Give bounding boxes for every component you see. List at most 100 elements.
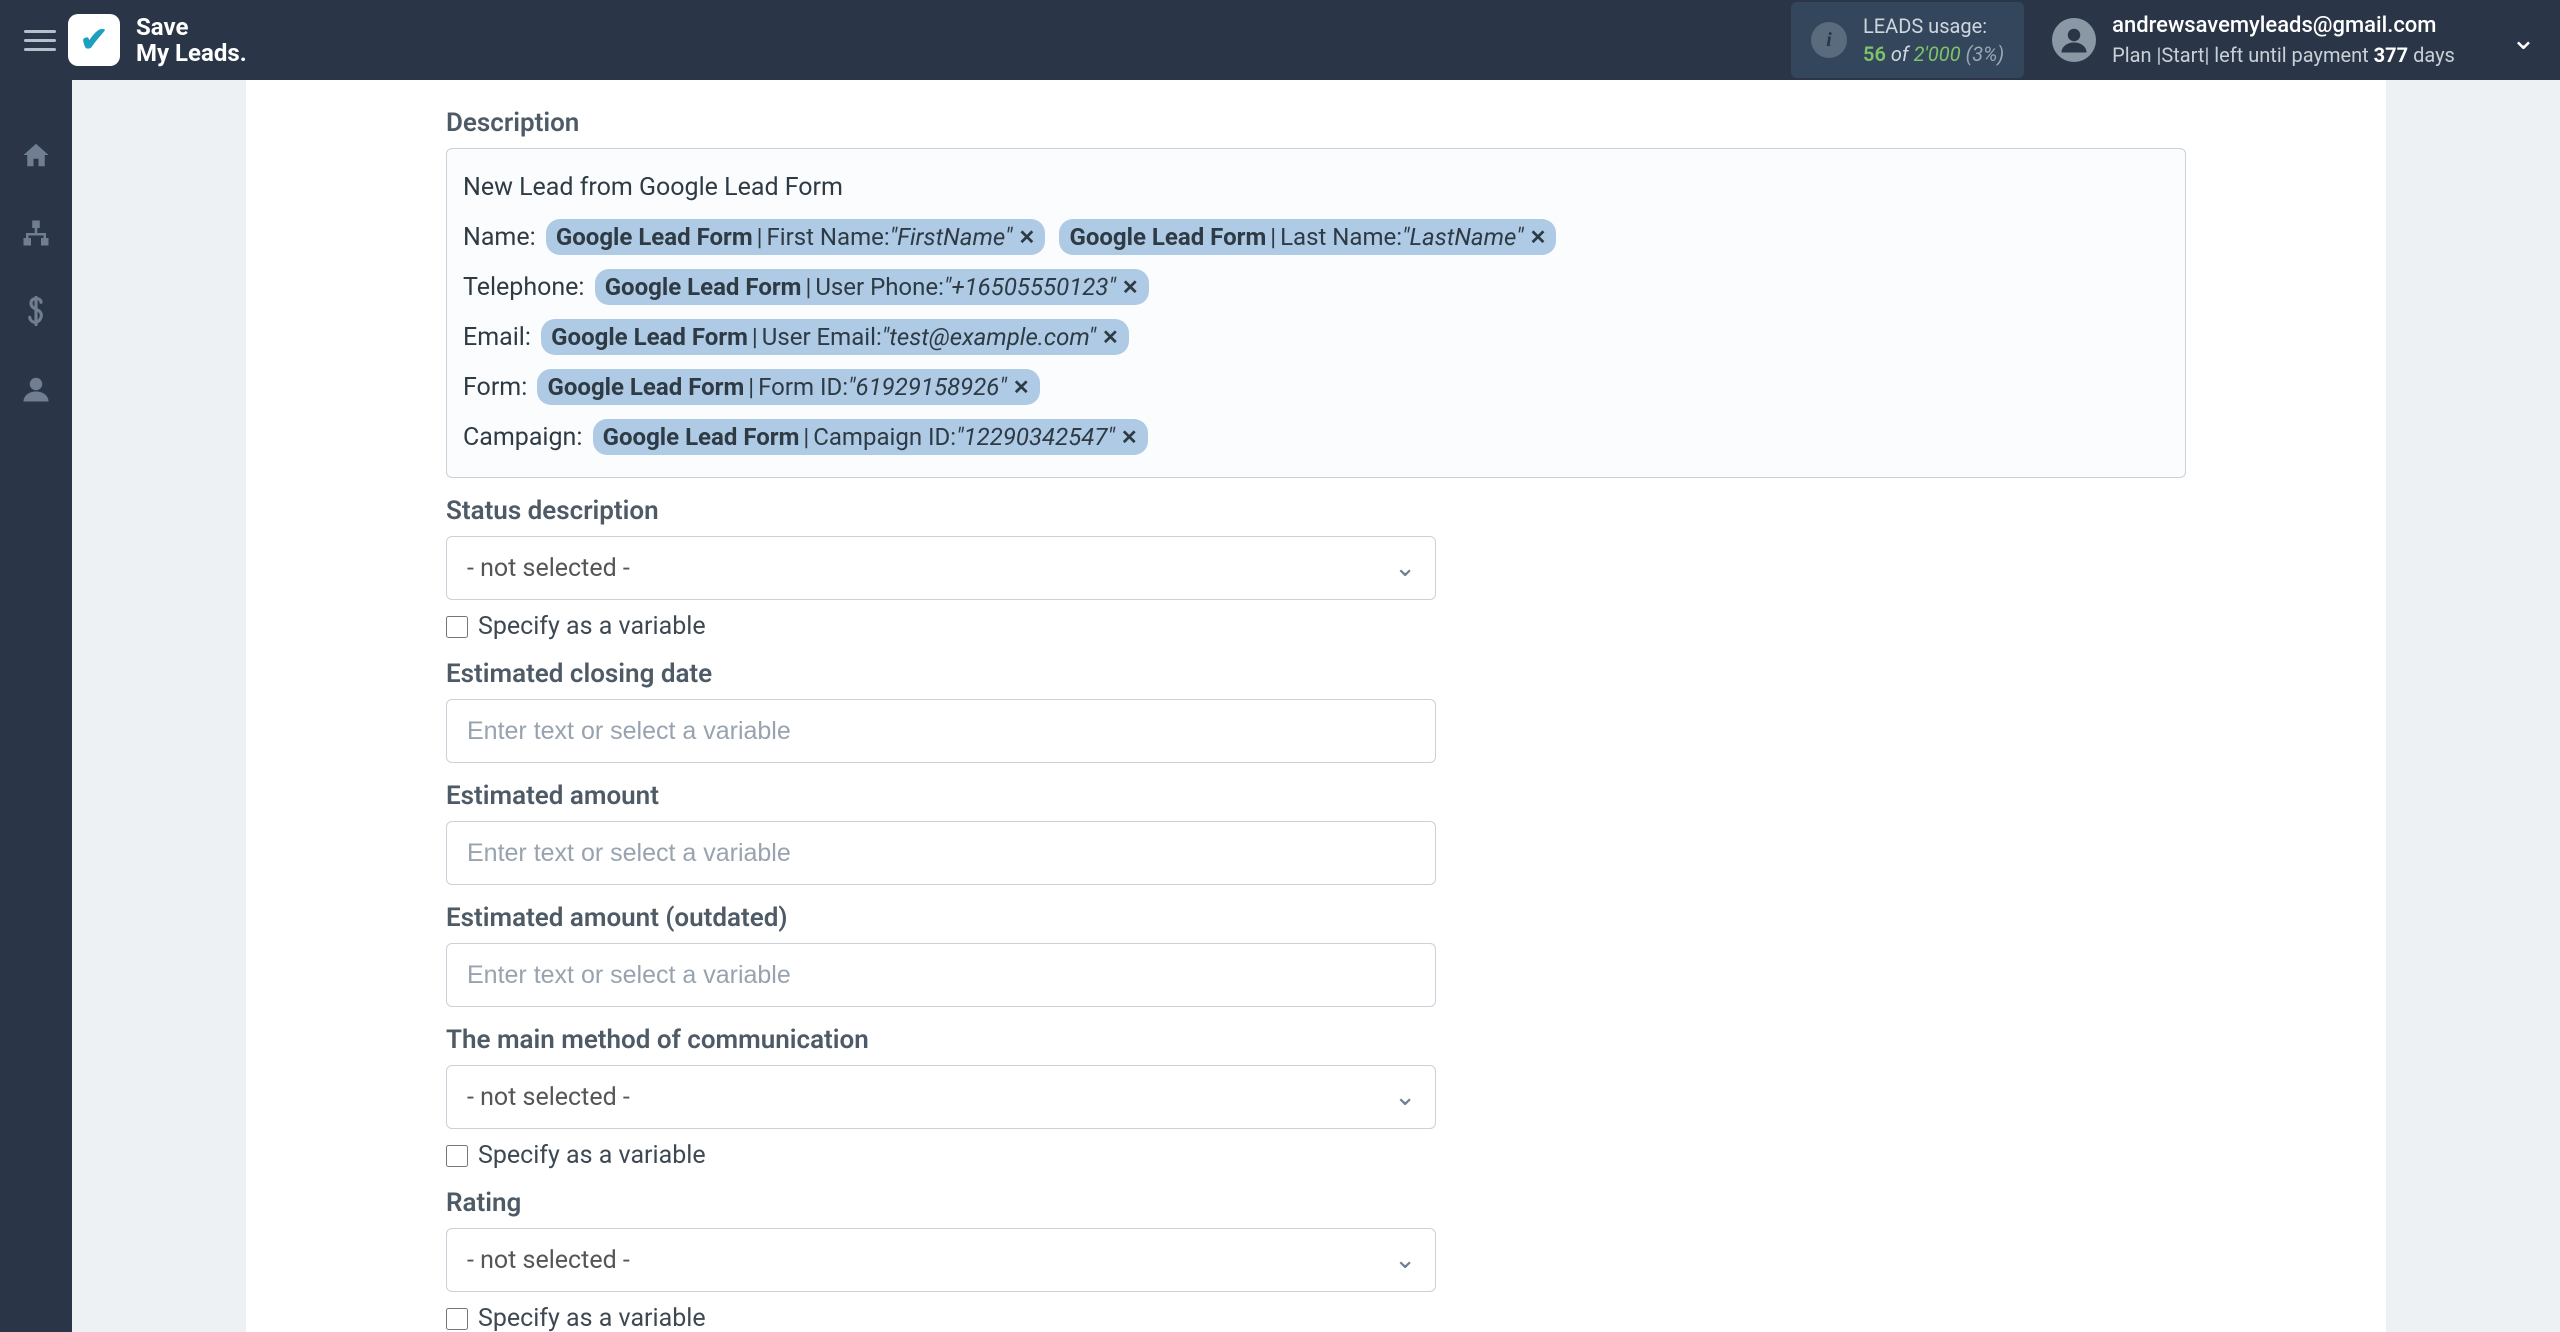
variable-tag-source: Google Lead Form bbox=[547, 363, 744, 411]
estimated-amount-outdated-block: Estimated amount (outdated) bbox=[446, 903, 2186, 1007]
variable-tag[interactable]: Google Lead Form | Campaign ID: "1229034… bbox=[593, 419, 1148, 455]
logo-line2: My Leads. bbox=[136, 40, 247, 66]
variable-tag-value: "12290342547" bbox=[956, 413, 1115, 461]
rating-specify-label: Specify as a variable bbox=[478, 1304, 706, 1332]
hamburger-icon[interactable] bbox=[24, 24, 56, 56]
variable-tag-separator: | bbox=[748, 363, 754, 411]
status-description-value: - not selected - bbox=[467, 554, 630, 583]
status-description-label: Status description bbox=[446, 496, 2186, 526]
rating-specify-checkbox[interactable] bbox=[446, 1308, 468, 1330]
logo-text: Save My Leads. bbox=[136, 14, 247, 67]
close-icon[interactable]: ✕ bbox=[1122, 267, 1139, 307]
main-communication-label: The main method of communication bbox=[446, 1025, 2186, 1055]
description-lead-line: New Lead from Google Lead Form bbox=[463, 163, 2169, 213]
info-icon: i bbox=[1811, 22, 1847, 58]
sidebar-item-billing[interactable] bbox=[27, 296, 45, 334]
description-row: Campaign: Google Lead Form | Campaign ID… bbox=[463, 413, 2169, 463]
estimated-closing-date-input[interactable] bbox=[446, 699, 1436, 763]
leads-usage-title: LEADS usage: bbox=[1863, 12, 2004, 40]
description-row-label: Telephone: bbox=[463, 273, 591, 302]
main-communication-specify-checkbox[interactable] bbox=[446, 1145, 468, 1167]
topbar: ✔ Save My Leads. i LEADS usage: 56 of 2'… bbox=[0, 0, 2560, 80]
variable-tag-value: "61929158926" bbox=[848, 363, 1007, 411]
variable-tag-separator: | bbox=[805, 263, 811, 311]
variable-tag[interactable]: Google Lead Form | First Name: "FirstNam… bbox=[546, 219, 1045, 255]
user-email: andrewsavemyleads@gmail.com bbox=[2112, 11, 2455, 42]
page-wrap: Description New Lead from Google Lead Fo… bbox=[72, 80, 2560, 1332]
description-box[interactable]: New Lead from Google Lead Form Name: Goo… bbox=[446, 148, 2186, 478]
avatar-icon bbox=[2052, 18, 2096, 62]
user-plan-days: 377 bbox=[2374, 43, 2408, 67]
estimated-amount-outdated-input[interactable] bbox=[446, 943, 1436, 1007]
user-lines: andrewsavemyleads@gmail.com Plan |Start|… bbox=[2112, 11, 2455, 70]
variable-tag-field: Campaign ID: bbox=[813, 413, 956, 461]
leads-usage-lines: LEADS usage: 56 of 2'000 (3%) bbox=[1863, 12, 2004, 68]
description-row: Form: Google Lead Form | Form ID: "61929… bbox=[463, 363, 2169, 413]
status-description-select[interactable]: - not selected - ⌄ bbox=[446, 536, 1436, 600]
leads-total: 2'000 bbox=[1914, 42, 1961, 66]
logo-check-icon: ✔ bbox=[80, 20, 109, 60]
user-plan-line: Plan |Start| left until payment 377 days bbox=[2112, 41, 2455, 69]
description-row: Name: Google Lead Form | First Name: "Fi… bbox=[463, 213, 2169, 263]
main-communication-select[interactable]: - not selected - ⌄ bbox=[446, 1065, 1436, 1129]
logo-badge[interactable]: ✔ bbox=[68, 14, 120, 66]
description-row: Telephone: Google Lead Form | User Phone… bbox=[463, 263, 2169, 313]
variable-tag-separator: | bbox=[752, 313, 758, 361]
estimated-amount-outdated-label: Estimated amount (outdated) bbox=[446, 903, 2186, 933]
estimated-amount-label: Estimated amount bbox=[446, 781, 2186, 811]
estimated-amount-block: Estimated amount bbox=[446, 781, 2186, 885]
form-card: Description New Lead from Google Lead Fo… bbox=[246, 80, 2386, 1332]
variable-tag-source: Google Lead Form bbox=[605, 263, 802, 311]
close-icon[interactable]: ✕ bbox=[1019, 217, 1036, 257]
close-icon[interactable]: ✕ bbox=[1013, 367, 1030, 407]
leads-pct: (3%) bbox=[1966, 42, 2005, 66]
main-communication-specify-label: Specify as a variable bbox=[478, 1141, 706, 1170]
variable-tag[interactable]: Google Lead Form | Form ID: "61929158926… bbox=[537, 369, 1039, 405]
sidebar-item-home[interactable] bbox=[21, 140, 51, 178]
logo-line1: Save bbox=[136, 14, 247, 40]
variable-tag[interactable]: Google Lead Form | User Email: "test@exa… bbox=[541, 319, 1129, 355]
leads-used: 56 bbox=[1863, 42, 1886, 66]
close-icon[interactable]: ✕ bbox=[1530, 217, 1547, 257]
main-communication-specify-row: Specify as a variable bbox=[446, 1141, 2186, 1170]
variable-tag-value: "LastName" bbox=[1402, 213, 1524, 261]
estimated-closing-date-label: Estimated closing date bbox=[446, 659, 2186, 689]
variable-tag-source: Google Lead Form bbox=[556, 213, 753, 261]
variable-tag-field: User Phone: bbox=[815, 263, 944, 311]
status-description-block: Status description - not selected - ⌄ Sp… bbox=[446, 496, 2186, 641]
estimated-amount-input[interactable] bbox=[446, 821, 1436, 885]
description-row-label: Form: bbox=[463, 373, 533, 402]
variable-tag-source: Google Lead Form bbox=[603, 413, 800, 461]
leads-usage-box[interactable]: i LEADS usage: 56 of 2'000 (3%) bbox=[1791, 2, 2024, 78]
description-row-label: Email: bbox=[463, 323, 537, 352]
rating-label: Rating bbox=[446, 1188, 2186, 1218]
rating-block: Rating - not selected - ⌄ Specify as a v… bbox=[446, 1188, 2186, 1332]
variable-tag-value: "test@example.com" bbox=[882, 313, 1096, 361]
leads-usage-values: 56 of 2'000 (3%) bbox=[1863, 40, 2004, 68]
user-block[interactable]: andrewsavemyleads@gmail.com Plan |Start|… bbox=[2052, 11, 2536, 70]
variable-tag[interactable]: Google Lead Form | User Phone: "+1650555… bbox=[595, 269, 1149, 305]
main-communication-value: - not selected - bbox=[467, 1083, 630, 1112]
user-plan-days-suffix: days bbox=[2413, 43, 2455, 67]
description-row-label: Name: bbox=[463, 223, 542, 252]
variable-tag-source: Google Lead Form bbox=[1069, 213, 1266, 261]
variable-tag-separator: | bbox=[803, 413, 809, 461]
status-description-specify-checkbox[interactable] bbox=[446, 616, 468, 638]
variable-tag-field: User Email: bbox=[762, 313, 882, 361]
variable-tag-separator: | bbox=[757, 213, 763, 261]
status-description-specify-label: Specify as a variable bbox=[478, 612, 706, 641]
chevron-down-icon[interactable]: ⌄ bbox=[2511, 22, 2536, 57]
main-communication-block: The main method of communication - not s… bbox=[446, 1025, 2186, 1170]
close-icon[interactable]: ✕ bbox=[1121, 417, 1138, 457]
variable-tag-field: First Name: bbox=[767, 213, 890, 261]
close-icon[interactable]: ✕ bbox=[1102, 317, 1119, 357]
sidebar-item-connections[interactable] bbox=[21, 218, 51, 256]
variable-tag[interactable]: Google Lead Form | Last Name: "LastName"… bbox=[1059, 219, 1556, 255]
rating-value: - not selected - bbox=[467, 1246, 630, 1275]
variable-tag-value: "+16505550123" bbox=[944, 263, 1116, 311]
rating-select[interactable]: - not selected - ⌄ bbox=[446, 1228, 1436, 1292]
rating-specify-row: Specify as a variable bbox=[446, 1304, 2186, 1332]
sidebar-item-account[interactable] bbox=[21, 374, 51, 412]
description-row-label: Campaign: bbox=[463, 423, 589, 452]
leads-of: of bbox=[1891, 42, 1909, 66]
